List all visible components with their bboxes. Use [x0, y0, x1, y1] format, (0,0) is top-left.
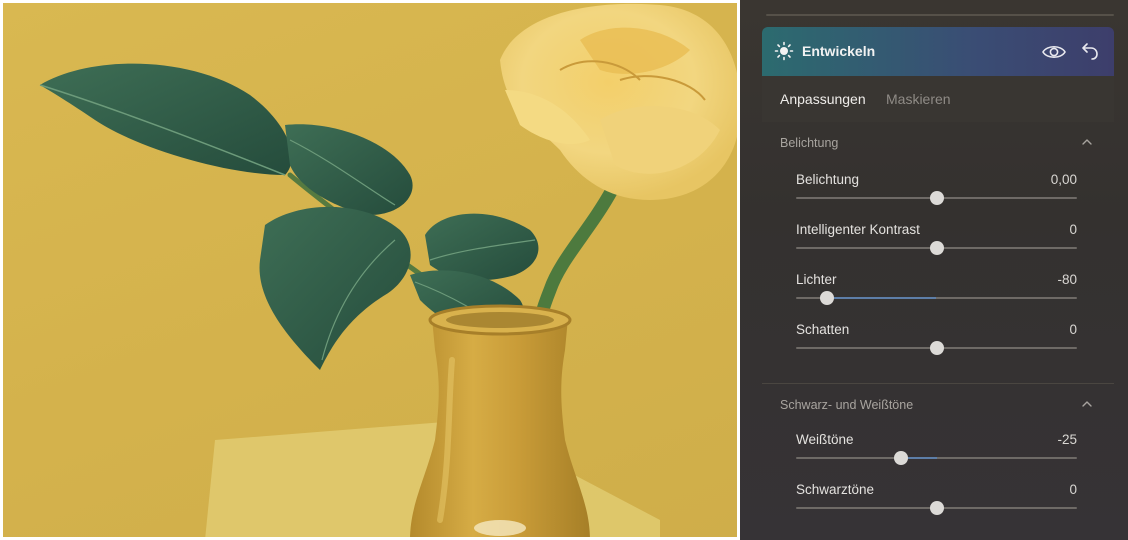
slider-track[interactable] [796, 341, 1077, 355]
section-title: Belichtung [780, 136, 839, 150]
chevron-up-icon[interactable] [1080, 397, 1094, 411]
slider-thumb[interactable] [819, 291, 834, 305]
tab-maskieren[interactable]: Maskieren [886, 91, 951, 107]
section-title: Schwarz- und Weißtöne [780, 398, 914, 412]
slider-weisstoene: Weißtöne -25 [762, 432, 1114, 482]
tab-anpassungen[interactable]: Anpassungen [780, 91, 866, 107]
photo-canvas[interactable] [0, 0, 740, 540]
slider-value[interactable]: 0 [1069, 322, 1077, 337]
develop-panel: Entwickeln Anpassungen Maskieren Belicht… [740, 0, 1128, 540]
slider-value[interactable]: 0 [1069, 482, 1077, 497]
slider-label: Weißtöne [796, 432, 854, 447]
eye-icon[interactable] [1041, 42, 1067, 62]
slider-value[interactable]: 0,00 [1051, 172, 1077, 187]
slider-label: Schwarztöne [796, 482, 875, 497]
section-header[interactable]: Belichtung [762, 122, 1114, 162]
photo-rose-in-bottle [39, 3, 740, 540]
section-header[interactable]: Schwarz- und Weißtöne [762, 384, 1114, 424]
slider-track[interactable] [796, 241, 1077, 255]
slider-track[interactable] [796, 191, 1077, 205]
slider-value[interactable]: -25 [1057, 432, 1077, 447]
slider-track[interactable] [796, 291, 1077, 305]
slider-thumb[interactable] [894, 451, 909, 465]
panel-title: Entwickeln [802, 43, 876, 59]
slider-thumb[interactable] [929, 341, 944, 355]
slider-thumb[interactable] [929, 191, 944, 205]
panel-header: Entwickeln [762, 27, 1114, 76]
slider-lichter: Lichter -80 [762, 272, 1114, 322]
slider-label: Schatten [796, 322, 850, 337]
slider-label: Lichter [796, 272, 837, 287]
slider-thumb[interactable] [929, 501, 944, 515]
slider-value[interactable]: -80 [1057, 272, 1077, 287]
slider-belichtung: Belichtung 0,00 [762, 172, 1114, 222]
slider-schatten: Schatten 0 [762, 322, 1114, 372]
slider-label: Belichtung [796, 172, 860, 187]
slider-label: Intelligenter Kontrast [796, 222, 920, 237]
chevron-up-icon[interactable] [1080, 135, 1094, 149]
slider-value[interactable]: 0 [1069, 222, 1077, 237]
slider-intelligenter-kontrast: Intelligenter Kontrast 0 [762, 222, 1114, 272]
panel-top-divider [766, 14, 1114, 16]
panel-tabs: Anpassungen Maskieren [762, 76, 1114, 122]
slider-track[interactable] [796, 451, 1077, 465]
slider-fill [826, 297, 937, 299]
undo-icon[interactable] [1079, 40, 1101, 62]
sun-icon [774, 41, 794, 61]
slider-thumb[interactable] [929, 241, 944, 255]
slider-schwarztoene: Schwarztöne 0 [762, 482, 1114, 532]
slider-track[interactable] [796, 501, 1077, 515]
